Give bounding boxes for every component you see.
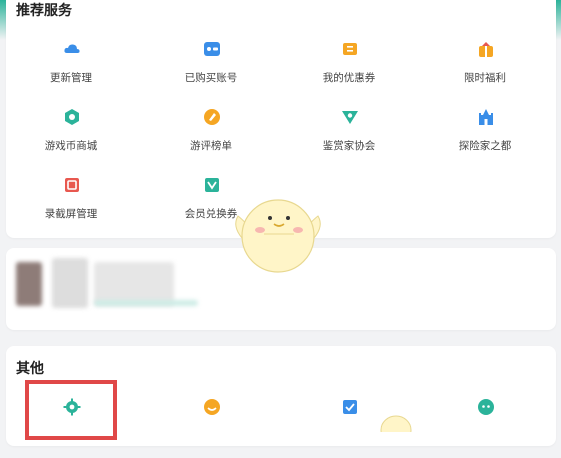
service-coin-shop[interactable]: 游戏币商城 [6, 108, 136, 168]
coupon-icon [343, 43, 357, 55]
service-review-rankings[interactable]: 游评榜单 [146, 108, 276, 168]
service-limited-benefits[interactable]: 限时福利 [420, 40, 550, 100]
castle-icon [479, 109, 493, 125]
section-title-recommended: 推荐服务 [16, 3, 72, 19]
redacted-block [52, 258, 88, 308]
smile-icon [204, 399, 220, 415]
highlight-box [25, 380, 117, 440]
duck-mascot-peek [380, 415, 412, 432]
service-update-manager[interactable]: 更新管理 [6, 40, 136, 100]
game-card-icon [204, 42, 220, 56]
section-title-other: 其他 [16, 361, 44, 377]
redacted-progress [94, 300, 198, 306]
pen-review-icon [204, 109, 220, 125]
service-label: 限时福利 [464, 72, 506, 84]
gift-icon [479, 42, 493, 57]
service-screen-record-manager[interactable]: 录截屏管理 [6, 176, 136, 236]
service-label: 游评榜单 [190, 140, 232, 152]
service-purchased-accounts[interactable]: 已购买账号 [146, 40, 276, 100]
avatar [16, 262, 42, 306]
service-explorer-city[interactable]: 探险家之都 [420, 108, 550, 168]
other-feedback[interactable] [146, 398, 276, 458]
service-label: 我的优惠券 [322, 72, 376, 84]
duck-mascot-sticker [235, 199, 321, 273]
service-label: 更新管理 [50, 72, 92, 84]
chat-bot-icon [478, 399, 494, 415]
appraiser-icon [342, 111, 358, 124]
service-label: 录截屏管理 [44, 208, 98, 220]
coin-shop-icon [65, 109, 79, 125]
checklist-icon [343, 400, 357, 414]
vip-voucher-icon [205, 178, 219, 192]
cloud-icon [64, 44, 80, 53]
service-label: 探险家之都 [458, 140, 512, 152]
record-screen-icon [65, 178, 79, 192]
service-label: 游戏币商城 [44, 140, 98, 152]
service-label: 鉴赏家协会 [322, 140, 376, 152]
service-label: 已购买账号 [184, 72, 238, 84]
service-appraiser-association[interactable]: 鉴赏家协会 [284, 108, 414, 168]
other-customer-service[interactable] [420, 398, 550, 458]
service-my-coupons[interactable]: 我的优惠券 [284, 40, 414, 100]
